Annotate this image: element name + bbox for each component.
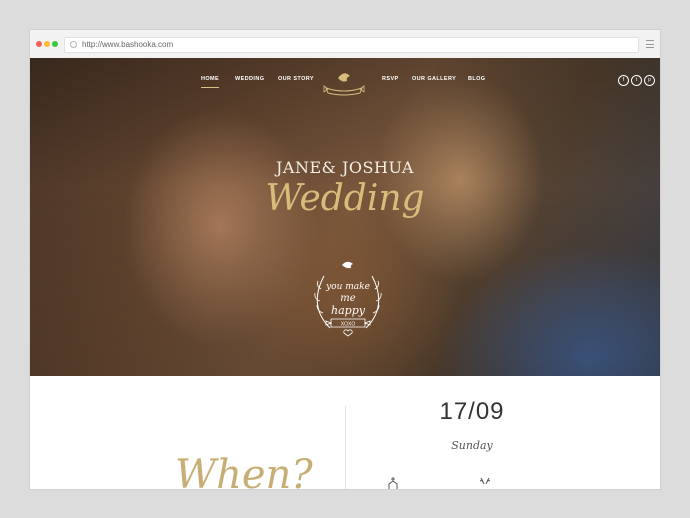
browser-menu-icon[interactable] bbox=[646, 40, 654, 48]
when-section: 17/09 Sunday When? bbox=[30, 376, 660, 489]
close-window-button[interactable] bbox=[36, 41, 42, 47]
nav-wedding[interactable]: WEDDING bbox=[235, 76, 264, 82]
nav-blog[interactable]: BLOG bbox=[468, 76, 486, 82]
minimize-window-button[interactable] bbox=[44, 41, 50, 47]
section-divider bbox=[345, 406, 346, 489]
event-day: Sunday bbox=[451, 439, 493, 452]
nav-our-story[interactable]: OUR STORY bbox=[278, 76, 314, 82]
page-info-icon bbox=[70, 41, 77, 48]
hero-title: Wedding bbox=[265, 178, 425, 219]
browser-toolbar: http://www.bashooka.com bbox=[30, 30, 660, 59]
dove-logo-icon[interactable] bbox=[320, 66, 368, 96]
when-heading: When? bbox=[175, 452, 313, 489]
heart-icon bbox=[343, 329, 353, 337]
badge-ribbon-text: XOXO bbox=[341, 322, 356, 328]
url-text: http://www.bashooka.com bbox=[82, 40, 174, 49]
church-icon bbox=[388, 477, 398, 489]
nav-our-gallery[interactable]: OUR GALLERY bbox=[412, 76, 456, 82]
hero-section: HOME WEDDING OUR STORY RSVP OUR GALLERY … bbox=[30, 58, 660, 376]
nav-rsvp[interactable]: RSVP bbox=[382, 76, 399, 82]
nav-home[interactable]: HOME bbox=[201, 76, 220, 88]
browser-window: http://www.bashooka.com HOME WEDDING OUR… bbox=[30, 30, 660, 489]
badge-line-3: happy bbox=[331, 304, 366, 317]
maximize-window-button[interactable] bbox=[52, 41, 58, 47]
badge-line-2: me bbox=[340, 293, 355, 304]
facebook-icon[interactable]: f bbox=[618, 75, 629, 86]
pinterest-icon[interactable]: p bbox=[644, 75, 655, 86]
twitter-icon[interactable]: t bbox=[631, 75, 642, 86]
badge-line-1: you make bbox=[325, 282, 370, 292]
dove-icon bbox=[342, 261, 353, 269]
address-bar[interactable]: http://www.bashooka.com bbox=[64, 37, 639, 53]
cheers-icon bbox=[479, 477, 491, 485]
event-date: 17/09 bbox=[439, 398, 505, 425]
wreath-badge: you make me happy XOXO bbox=[314, 261, 382, 337]
couple-names: JANE& JOSHUA bbox=[276, 158, 414, 177]
